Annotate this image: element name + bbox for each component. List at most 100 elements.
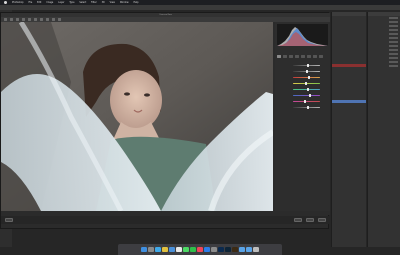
dialog-title: Camera Raw — [159, 14, 172, 16]
slider-track[interactable] — [293, 87, 320, 91]
slider-handle[interactable] — [306, 105, 309, 109]
music-icon[interactable] — [197, 246, 203, 253]
chrome-icon[interactable] — [162, 246, 168, 253]
trash-icon[interactable] — [253, 246, 259, 253]
histogram-graph — [277, 27, 328, 46]
tab-hsl-icon[interactable] — [295, 54, 299, 58]
slider-track[interactable] — [293, 93, 320, 97]
photoshop-options-bar — [0, 5, 400, 10]
graduated-filter-icon[interactable] — [58, 18, 61, 21]
menu-3d[interactable]: 3D — [102, 1, 105, 4]
dialog-status-bar — [1, 211, 330, 215]
straighten-icon[interactable] — [34, 18, 37, 21]
slider-handle[interactable] — [305, 81, 308, 85]
slider-handle[interactable] — [307, 63, 310, 67]
property-field[interactable] — [389, 60, 398, 64]
history-list — [332, 16, 366, 103]
lightroom-icon[interactable] — [225, 246, 231, 253]
menu-image[interactable]: Image — [46, 1, 53, 4]
macos-dock — [118, 244, 282, 255]
safari-icon[interactable] — [155, 246, 161, 253]
spot-removal-icon[interactable] — [40, 18, 43, 21]
slider-track[interactable] — [293, 81, 320, 85]
menu-photoshop[interactable]: Photoshop — [12, 1, 24, 4]
menu-filter[interactable]: Filter — [91, 1, 96, 4]
mail-icon[interactable] — [169, 246, 175, 253]
slider-track[interactable] — [293, 99, 320, 103]
panel-tabs — [277, 54, 328, 58]
menu-window[interactable]: Window — [120, 1, 129, 4]
adjustment-brush-icon[interactable] — [52, 18, 55, 21]
menu-layer[interactable]: Layer — [58, 1, 64, 4]
tab-calibration-icon[interactable] — [319, 54, 323, 58]
property-row — [368, 64, 400, 68]
messages-icon[interactable] — [183, 246, 189, 253]
histogram — [277, 24, 328, 46]
dialog-button-row — [1, 216, 330, 224]
save-image-button[interactable] — [5, 218, 13, 222]
menu-type[interactable]: Type — [69, 1, 74, 4]
tab-tone-curve-icon[interactable] — [283, 54, 287, 58]
tab-split-toning-icon[interactable] — [301, 54, 305, 58]
facetime-icon[interactable] — [190, 246, 196, 253]
slider-handle[interactable] — [306, 87, 309, 91]
slider-track[interactable] — [293, 105, 320, 109]
cancel-button[interactable] — [306, 218, 314, 222]
tab-basic-icon[interactable] — [277, 54, 281, 58]
property-field[interactable] — [389, 64, 398, 68]
photo-preview[interactable] — [1, 22, 273, 211]
slider-handle[interactable] — [303, 99, 306, 103]
tab-effects-icon[interactable] — [313, 54, 317, 58]
menu-select[interactable]: Select — [79, 1, 86, 4]
downloads-icon[interactable] — [246, 246, 252, 253]
tab-lens-icon[interactable] — [307, 54, 311, 58]
red-eye-icon[interactable] — [46, 18, 49, 21]
slider-handle[interactable] — [309, 93, 312, 97]
properties-rows — [368, 16, 400, 68]
menu-file[interactable]: File — [29, 1, 33, 4]
properties-panel — [367, 12, 400, 247]
portrait-photo-image — [1, 22, 273, 211]
settings-icon[interactable] — [211, 246, 217, 253]
done-button[interactable] — [318, 218, 326, 222]
slider-handle[interactable] — [307, 75, 310, 79]
property-field[interactable] — [389, 24, 398, 28]
app-store-icon[interactable] — [204, 246, 210, 253]
bridge-icon[interactable] — [232, 246, 238, 253]
folder-icon[interactable] — [239, 246, 245, 253]
history-panel — [331, 12, 366, 247]
slider-row — [277, 104, 328, 110]
menu-edit[interactable]: Edit — [37, 1, 41, 4]
slider-track[interactable] — [293, 75, 320, 79]
property-field[interactable] — [389, 32, 398, 36]
property-field[interactable] — [389, 52, 398, 56]
photos-icon[interactable] — [176, 246, 182, 253]
finder-icon[interactable] — [141, 246, 147, 253]
apple-menu-icon[interactable] — [4, 1, 7, 4]
property-field[interactable] — [389, 20, 398, 24]
property-field[interactable] — [389, 36, 398, 40]
open-image-button[interactable] — [294, 218, 302, 222]
property-field[interactable] — [389, 48, 398, 52]
color-sampler-icon[interactable] — [22, 18, 25, 21]
photoshop-icon[interactable] — [218, 246, 224, 253]
property-field[interactable] — [389, 56, 398, 60]
tab-detail-icon[interactable] — [289, 54, 293, 58]
zoom-tool-icon[interactable] — [4, 18, 7, 21]
slider-track[interactable] — [293, 63, 320, 67]
crop-icon[interactable] — [28, 18, 31, 21]
property-field[interactable] — [389, 44, 398, 48]
slider-handle[interactable] — [305, 69, 308, 73]
menu-view[interactable]: View — [110, 1, 115, 4]
property-field[interactable] — [389, 16, 398, 20]
white-balance-tool-icon[interactable] — [16, 18, 19, 21]
property-field[interactable] — [389, 28, 398, 32]
menu-help[interactable]: Help — [134, 1, 139, 4]
hand-tool-icon[interactable] — [10, 18, 13, 21]
launchpad-icon[interactable] — [148, 246, 154, 253]
history-item[interactable] — [332, 100, 366, 103]
property-field[interactable] — [389, 40, 398, 44]
adjustments-panel — [275, 22, 330, 211]
camera-raw-dialog: Camera Raw — [0, 12, 330, 229]
slider-track[interactable] — [293, 69, 320, 73]
